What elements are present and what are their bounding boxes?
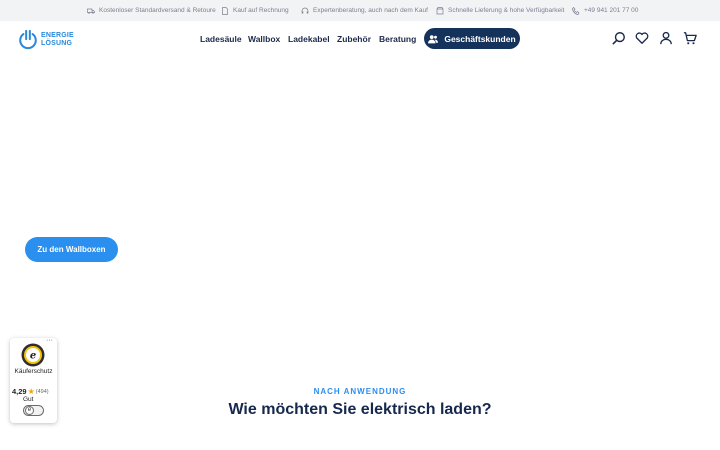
topbar-item-label: Kostenloser Standardversand & Retoure <box>99 7 216 14</box>
topbar-item-consulting: Expertenberatung, auch nach dem Kauf <box>301 0 428 21</box>
heart-icon <box>635 32 649 44</box>
account-button[interactable] <box>659 31 673 45</box>
document-icon <box>222 6 228 15</box>
more-options-icon[interactable]: ··· <box>46 337 53 344</box>
power-logo-icon <box>19 29 37 50</box>
topbar-item-label: Expertenberatung, auch nach dem Kauf <box>313 7 428 14</box>
nav-zubehoer[interactable]: Zubehör <box>337 21 371 57</box>
topbar-item-phone[interactable]: +49 941 201 77 00 <box>572 0 638 21</box>
user-icon <box>660 31 672 45</box>
business-customers-button[interactable]: Geschäftskunden <box>424 28 520 49</box>
trust-seal-icon: e <box>21 343 45 367</box>
buyer-protection-label: Käuferschutz <box>14 368 53 375</box>
nav-ladesaeule[interactable]: Ladesäule <box>200 21 242 57</box>
nav-beratung[interactable]: Beratung <box>379 21 416 57</box>
nav-ladekabel[interactable]: Ladekabel <box>288 21 330 57</box>
truck-icon <box>87 8 95 14</box>
topbar-item-delivery: Schnelle Lieferung & hohe Verfügbarkeit <box>436 0 564 21</box>
topbar-item-label: +49 941 201 77 00 <box>584 7 639 14</box>
logo-text: ENERGIE LÖSUNG <box>41 32 74 47</box>
cart-icon <box>683 32 697 45</box>
phone-icon <box>572 6 580 15</box>
topbar-item-label: Kauf auf Rechnung <box>233 7 289 14</box>
search-button[interactable] <box>612 31 626 45</box>
topbar-item-label: Schnelle Lieferung & hohe Verfügbarkeit <box>448 7 565 14</box>
box-icon <box>436 6 444 14</box>
nav-wallbox[interactable]: Wallbox <box>248 21 280 57</box>
cart-button[interactable] <box>683 31 697 45</box>
top-info-bar: Kostenloser Standardversand & Retoure Ka… <box>0 0 720 21</box>
headset-icon <box>301 7 309 13</box>
users-icon <box>428 34 439 43</box>
main-header: ENERGIE LÖSUNG Ladesäule Wallbox Ladekab… <box>0 21 720 57</box>
section-eyebrow: NACH ANWENDUNG <box>313 387 407 396</box>
logo[interactable]: ENERGIE LÖSUNG <box>17 27 77 53</box>
wishlist-button[interactable] <box>635 31 649 45</box>
topbar-item-invoice: Kauf auf Rechnung <box>221 0 289 21</box>
search-icon <box>612 32 625 45</box>
topbar-item-shipping: Kostenloser Standardversand & Retoure <box>87 0 216 21</box>
business-button-label: Geschäftskunden <box>444 33 516 44</box>
svg-text:e: e <box>30 351 36 362</box>
wallboxes-cta-button[interactable]: Zu den Wallboxen <box>25 237 118 262</box>
section-title: Wie möchten Sie elektrisch laden? <box>228 401 492 418</box>
